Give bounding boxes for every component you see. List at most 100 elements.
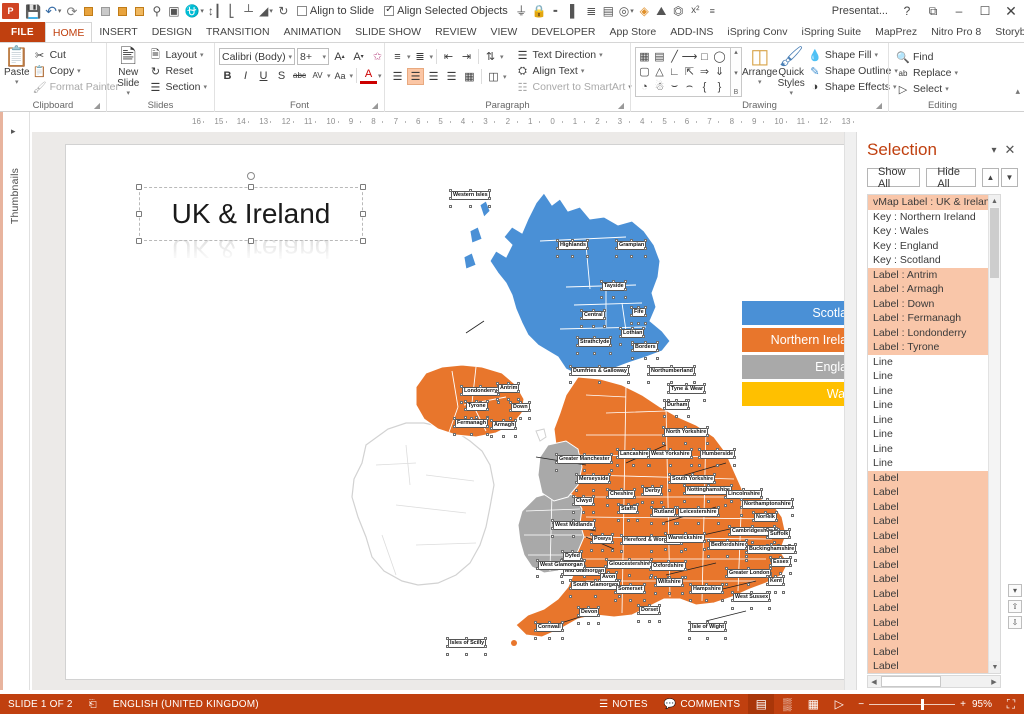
map-label-handle[interactable] (446, 653, 449, 656)
map-label-handle[interactable] (766, 575, 769, 578)
map-label-handle[interactable] (591, 489, 595, 492)
right-brace-shape-icon[interactable]: } (712, 79, 727, 94)
map-label-handle[interactable] (642, 327, 645, 330)
elbow-arrow-connector-shape-icon[interactable]: ⇱ (682, 64, 697, 79)
map-label-handle[interactable] (536, 567, 539, 570)
map-label-handle[interactable] (464, 408, 467, 411)
map-label-handle[interactable] (791, 498, 794, 501)
map-label-handle[interactable] (706, 621, 709, 624)
map-label-handle[interactable] (484, 653, 487, 656)
zoom-level-label[interactable]: 95% (972, 699, 998, 710)
chevron-down-icon[interactable]: ▾ (734, 69, 738, 77)
map-label-handle[interactable] (580, 550, 583, 553)
map-label-handle[interactable] (725, 567, 728, 570)
map-label-handle[interactable] (592, 503, 595, 506)
map-label-handle[interactable] (583, 567, 586, 570)
map-label-handle[interactable] (779, 556, 782, 559)
map-label-handle[interactable] (643, 583, 646, 586)
map-label-handle[interactable] (794, 551, 797, 554)
map-label-handle[interactable] (608, 481, 611, 484)
map-label-handle[interactable] (570, 550, 574, 553)
justify-button[interactable]: ☰ (443, 68, 460, 85)
selection-list[interactable]: vMap Label : UK & Ireland Key : Northern … (868, 195, 988, 673)
selection-list-horizontal-scrollbar[interactable]: ◀ ▶ (867, 675, 1001, 688)
scroll-right-icon[interactable]: ▶ (988, 676, 1000, 687)
map-label-handle[interactable] (668, 448, 672, 451)
map-label-handle[interactable] (703, 399, 706, 402)
map-label-handle[interactable] (611, 533, 614, 536)
reset-button[interactable]: ↻ Reset (145, 63, 210, 79)
map-label-handle[interactable] (488, 197, 491, 200)
map-label[interactable]: Armagh (492, 421, 517, 430)
map-label-handle[interactable] (693, 381, 696, 384)
font-name-combobox[interactable]: Calibri (Body) ▾ (219, 48, 295, 65)
map-label-handle[interactable] (582, 511, 585, 514)
map-label-handle[interactable] (731, 599, 734, 602)
selection-list-item[interactable]: Line (868, 369, 988, 384)
chevron-down-icon[interactable]: ▾ (503, 73, 507, 81)
map-label-handle[interactable] (690, 473, 694, 476)
map-label-handle[interactable] (556, 247, 559, 250)
slide-counter[interactable]: SLIDE 1 OF 2 (0, 699, 81, 710)
map-label-handle[interactable] (609, 352, 612, 355)
map-label-handle[interactable] (649, 568, 652, 571)
map-label-handle[interactable] (730, 484, 733, 487)
chevron-up-icon[interactable]: ▴ (734, 48, 738, 56)
map-label-handle[interactable] (642, 335, 645, 338)
title-handle-br[interactable] (360, 238, 366, 244)
scroll-down-icon[interactable]: ▼ (989, 661, 1000, 673)
map-label-handle[interactable] (707, 539, 710, 542)
map-label-handle[interactable] (698, 448, 701, 451)
map-label-handle[interactable] (577, 606, 580, 609)
align-distribute-vertical-icon[interactable]: ↕┃ (206, 1, 223, 21)
map-label-handle[interactable] (668, 481, 671, 484)
notes-page-icon[interactable]: ⎗ (81, 699, 105, 710)
map-label-handle[interactable] (583, 575, 586, 578)
title-handle-tr[interactable] (360, 184, 366, 190)
map-label-handle[interactable] (598, 365, 601, 368)
map-label-handle[interactable] (502, 435, 505, 438)
map-label-handle[interactable] (490, 435, 493, 438)
map-label-handle[interactable] (469, 417, 473, 420)
map-label-handle[interactable] (514, 419, 517, 422)
bring-to-front-icon[interactable] (114, 1, 131, 21)
title-handle-bl[interactable] (136, 238, 142, 244)
map-label-handle[interactable] (592, 336, 596, 339)
map-label[interactable]: Fermanagh (455, 419, 489, 428)
chevron-down-icon[interactable]: ▾ (350, 72, 354, 80)
zoom-thumb[interactable] (921, 698, 925, 710)
selection-list-item[interactable]: Label (868, 586, 988, 601)
map-label-handle[interactable] (593, 519, 596, 522)
tab-design[interactable]: DESIGN (145, 22, 199, 42)
map-label-handle[interactable] (791, 506, 794, 509)
shape-union-icon[interactable]: ◎ ▾ (617, 1, 636, 21)
map-label-handle[interactable] (685, 383, 688, 386)
map-label[interactable]: Greater Manchester (557, 455, 612, 464)
map-label[interactable]: North Yorkshire (664, 428, 709, 437)
map-label-handle[interactable] (496, 382, 499, 385)
chevron-down-icon[interactable]: ▾ (500, 53, 504, 61)
text-shadow-button[interactable]: S (273, 67, 290, 84)
map-label-handle[interactable] (514, 427, 517, 430)
map-label[interactable]: Dumfries & Galloway (571, 367, 629, 376)
picture-tools-icon[interactable]: ⛰ (653, 1, 670, 21)
map-label-handle[interactable] (603, 325, 606, 328)
map-label-handle[interactable] (484, 645, 487, 648)
map-label-handle[interactable] (683, 492, 686, 495)
map-label[interactable]: Merseyside (577, 475, 611, 484)
map-label-handle[interactable] (724, 496, 727, 499)
decrease-font-size-button[interactable]: A ▾ (350, 48, 367, 65)
map-label-handle[interactable] (745, 555, 748, 558)
bring-forward-icon[interactable] (80, 1, 97, 21)
map-label-handle[interactable] (740, 506, 743, 509)
map-label-handle[interactable] (706, 442, 709, 445)
align-left-button[interactable]: ☰ (389, 68, 406, 85)
map-label-handle[interactable] (631, 349, 634, 352)
merge-shapes-icon[interactable]: ▤ (600, 1, 617, 21)
map-label-handle[interactable] (446, 645, 449, 648)
map-label-handle[interactable] (724, 504, 727, 507)
selection-list-item[interactable]: Label (868, 644, 988, 659)
map-label-handle[interactable] (528, 401, 531, 404)
map-label[interactable]: Cornwall (536, 623, 563, 632)
horizontal-ruler[interactable]: 16 15 14 13 12 11 10 9 8 7 6 5 4 3 2 1 0 1 2 3 4 5 6 7 8 9 10 11 12 1… (52, 114, 856, 131)
